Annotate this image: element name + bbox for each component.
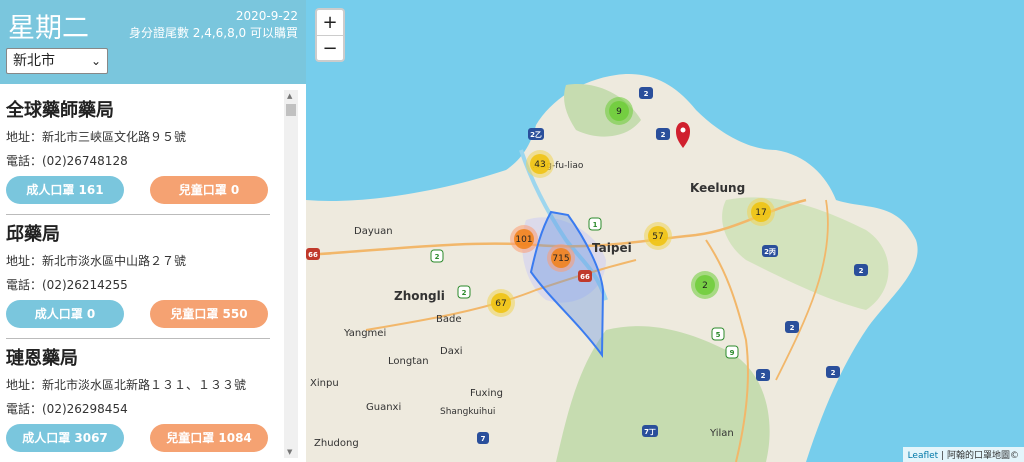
place-label: Keelung xyxy=(690,181,745,195)
pharmacy-phone: 電話：(02)26214255 xyxy=(6,278,128,292)
cluster-marker: 9 xyxy=(616,107,622,117)
cluster-marker: 17 xyxy=(755,208,766,218)
date-label: 2020-9-22 xyxy=(235,9,298,23)
place-label: Daxi xyxy=(440,346,463,357)
child-mask-button[interactable]: 兒童口罩 1084 xyxy=(150,424,268,452)
chevron-down-icon: ⌄ xyxy=(90,54,101,68)
divider xyxy=(6,214,270,215)
place-label: Zhongli xyxy=(394,289,445,303)
road-shield: 66 xyxy=(308,251,318,259)
id-rule-label: 身分證尾數 2,4,6,8,0 可以購買 xyxy=(128,26,298,40)
place-label: Bade xyxy=(436,314,462,325)
attribution-text: | 阿翰的口罩地圖© xyxy=(941,451,1019,461)
pharmacy-address: 地址：新北市三峽區文化路９５號 xyxy=(6,130,187,144)
map[interactable]: Keelung Taipei Zhongli Dayuan Bade Yangm… xyxy=(306,0,1024,462)
road-shield: 2丙 xyxy=(764,248,776,256)
scroll-up-icon[interactable]: ▲ xyxy=(287,92,292,100)
place-label: Zhudong xyxy=(314,438,359,449)
pharmacy-name: 全球藥師藥局 xyxy=(6,100,114,121)
road-shield: 2 xyxy=(435,253,440,261)
zoom-in-button[interactable]: + xyxy=(317,10,343,35)
cluster-marker: 101 xyxy=(515,235,532,245)
divider xyxy=(6,338,270,339)
child-mask-button[interactable]: 兒童口罩 0 xyxy=(150,176,268,204)
map-attribution: Leaflet | 阿翰的口罩地圖© xyxy=(902,447,1024,462)
pharmacy-list[interactable]: 全球藥師藥局 地址：新北市三峽區文化路９５號 電話：(02)26748128 成… xyxy=(0,84,306,462)
road-shield: 7 xyxy=(481,435,486,443)
scroll-down-icon[interactable]: ▼ xyxy=(287,448,292,456)
cluster-marker: 67 xyxy=(495,299,506,309)
scrollbar-thumb[interactable] xyxy=(286,104,296,116)
place-label: Xinpu xyxy=(310,378,339,389)
pharmacy-phone: 電話：(02)26748128 xyxy=(6,154,128,168)
pharmacy-name: 璉恩藥局 xyxy=(6,348,78,369)
zoom-control: + − xyxy=(315,8,345,62)
pharmacy-phone: 電話：(02)26298454 xyxy=(6,402,128,416)
road-shield: 2 xyxy=(831,369,836,377)
sidebar-header: 星期二 2020-9-22 身分證尾數 2,4,6,8,0 可以購買 新北市 ⌄ xyxy=(0,0,306,84)
road-shield: 2 xyxy=(859,267,864,275)
city-select-value: 新北市 xyxy=(13,53,55,69)
sidebar: 星期二 2020-9-22 身分證尾數 2,4,6,8,0 可以購買 新北市 ⌄… xyxy=(0,0,307,462)
road-shield: 2 xyxy=(661,131,666,139)
weekday-title: 星期二 xyxy=(8,13,89,44)
pharmacy-address: 地址：新北市淡水區中山路２７號 xyxy=(6,254,187,268)
adult-mask-button[interactable]: 成人口罩 0 xyxy=(6,300,124,328)
cluster-marker: 43 xyxy=(534,160,545,170)
place-label: Taipei xyxy=(592,241,632,255)
place-label: Yangmei xyxy=(343,328,386,339)
list-scrollbar[interactable]: ▲ ▼ xyxy=(284,90,298,458)
road-shield: 2 xyxy=(790,324,795,332)
child-mask-button[interactable]: 兒童口罩 550 xyxy=(150,300,268,328)
road-shield: 2 xyxy=(462,289,467,297)
place-label: Fuxing xyxy=(470,388,503,399)
road-shield: 5 xyxy=(716,331,721,339)
cluster-marker: 715 xyxy=(552,254,569,264)
place-label: Guanxi xyxy=(366,402,401,413)
pharmacy-address: 地址：新北市淡水區北新路１３１、１３３號 xyxy=(6,378,247,392)
leaflet-link[interactable]: Leaflet xyxy=(908,451,939,461)
road-shield: 2 xyxy=(644,90,649,98)
adult-mask-button[interactable]: 成人口罩 3067 xyxy=(6,424,124,452)
cluster-marker: 2 xyxy=(702,281,708,291)
place-label: Dayuan xyxy=(354,226,393,237)
place-label: Shangkuihui xyxy=(440,407,495,417)
road-shield: 7丁 xyxy=(644,428,656,436)
city-select[interactable]: 新北市 ⌄ xyxy=(6,48,108,74)
place-label: Longtan xyxy=(388,356,429,367)
road-shield: 9 xyxy=(730,349,735,357)
zoom-out-button[interactable]: − xyxy=(317,35,343,61)
map-canvas[interactable]: Keelung Taipei Zhongli Dayuan Bade Yangm… xyxy=(306,0,1024,462)
road-shield: 1 xyxy=(593,221,598,229)
road-shield: 2 xyxy=(761,372,766,380)
road-shield: 2乙 xyxy=(530,131,542,139)
road-shield: 66 xyxy=(580,273,590,281)
cluster-marker: 57 xyxy=(652,232,663,242)
pharmacy-name: 邱藥局 xyxy=(6,224,60,245)
adult-mask-button[interactable]: 成人口罩 161 xyxy=(6,176,124,204)
place-label: Yilan xyxy=(709,428,734,439)
